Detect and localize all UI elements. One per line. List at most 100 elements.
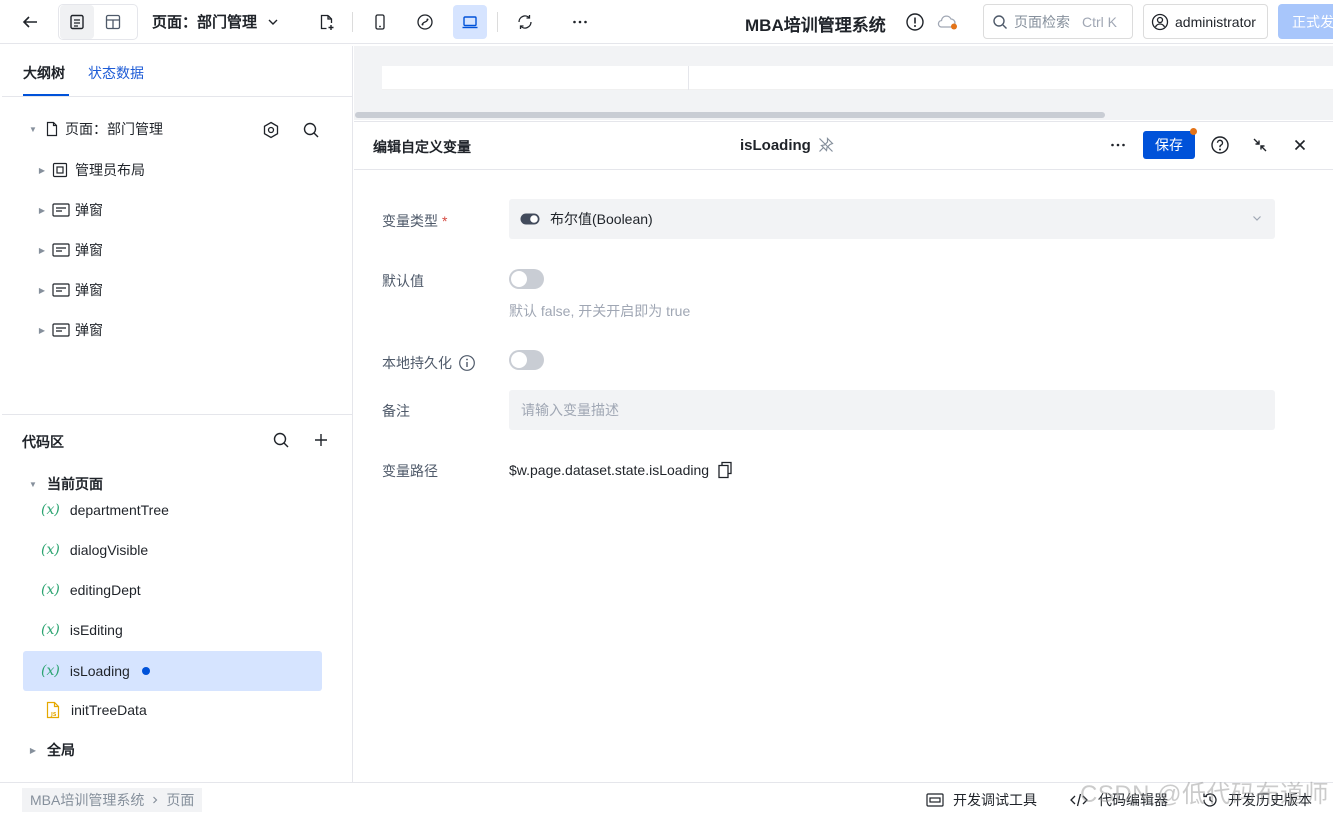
variable-name: isLoading: [69, 663, 130, 679]
tree-node-dialog[interactable]: ▶ 弹窗: [37, 315, 103, 345]
info-alert-icon[interactable]: [898, 5, 932, 39]
required-mark: *: [442, 213, 448, 229]
canvas-table-row: [382, 66, 1333, 90]
user-menu[interactable]: administrator: [1143, 4, 1268, 39]
dev-tools-button[interactable]: 开发调试工具: [926, 790, 1037, 810]
close-icon[interactable]: [1289, 134, 1311, 156]
copy-icon[interactable]: [717, 461, 733, 479]
variable-icon: (𝑥): [41, 502, 60, 518]
chevron-down-icon: [1251, 212, 1263, 224]
search-placeholder: 页面检索: [1014, 13, 1070, 30]
page-selector-label: 页面：部门管理: [152, 14, 258, 31]
tab-state-data[interactable]: 状态数据: [88, 63, 144, 83]
page-settings-icon[interactable]: [262, 121, 280, 139]
breadcrumb-app[interactable]: MBA培训管理系统: [30, 790, 144, 810]
variable-item[interactable]: (𝑥) isEditing: [23, 611, 322, 649]
global-group[interactable]: ▶ 全局: [28, 735, 75, 765]
back-arrow-icon[interactable]: [13, 5, 47, 39]
page-search-input[interactable]: 页面检索 Ctrl K: [983, 4, 1133, 39]
dev-tools-label: 开发调试工具: [953, 792, 1037, 808]
mobile-device-icon[interactable]: [363, 5, 397, 39]
toolbar-divider: [352, 12, 353, 32]
tree-search-icon[interactable]: [302, 121, 320, 139]
dialog-icon: [52, 322, 70, 338]
layout-view-icon[interactable]: [96, 5, 130, 39]
more-options-icon[interactable]: [563, 5, 597, 39]
tree-node-admin-layout[interactable]: ▶ 管理员布局: [37, 155, 145, 185]
tree-node-dialog[interactable]: ▶ 弹窗: [37, 235, 103, 265]
tree-node-label: 弹窗: [75, 242, 103, 258]
dialog-icon: [52, 202, 70, 218]
caret-down-icon: ▼: [29, 479, 37, 489]
editor-title: 编辑自定义变量: [373, 139, 471, 155]
variable-item[interactable]: (𝑥) editingDept: [23, 571, 322, 609]
variable-type-label: 变量类型 *: [382, 213, 448, 229]
tab-outline-tree[interactable]: 大纲树: [23, 63, 65, 83]
breadcrumb-page[interactable]: 页面: [166, 790, 194, 810]
left-panel: 大纲树 状态数据 ▼ 页面：部门管理 ▶ 管理员布局 ▶ 弹窗 ▶ 弹窗 ▶ 弹…: [2, 46, 353, 782]
variable-path: $w.page.dataset.state.isLoading: [509, 461, 733, 479]
unsaved-indicator: [1190, 128, 1197, 135]
variable-icon: (𝑥): [41, 542, 60, 558]
add-code-icon[interactable]: [312, 431, 330, 449]
username: administrator: [1175, 13, 1256, 30]
help-icon[interactable]: [1209, 134, 1231, 156]
more-options-icon[interactable]: [1107, 134, 1129, 156]
caret-right-icon: ▶: [38, 205, 46, 215]
code-search-icon[interactable]: [272, 431, 290, 449]
script-item[interactable]: JS initTreeData: [23, 691, 322, 729]
variable-icon: (𝑥): [41, 622, 60, 638]
variable-icon: (𝑥): [41, 582, 60, 598]
mini-program-icon[interactable]: [408, 5, 442, 39]
caret-right-icon: ▶: [38, 285, 46, 295]
tree-root-node[interactable]: ▼ 页面：部门管理: [28, 114, 163, 144]
chevron-right-icon: [150, 795, 160, 805]
horizontal-scrollbar[interactable]: [355, 112, 1105, 118]
collapse-icon[interactable]: [1249, 134, 1271, 156]
code-area-header: 代码区: [2, 414, 353, 464]
desktop-device-icon[interactable]: [453, 5, 487, 39]
remark-input[interactable]: [509, 390, 1275, 430]
toolbar-divider: [497, 12, 498, 32]
default-value-label: 默认值: [382, 273, 424, 289]
dialog-icon: [52, 282, 70, 298]
app-title: MBA培训管理系统: [745, 16, 886, 35]
pin-off-icon[interactable]: [817, 136, 835, 154]
variable-name: departmentTree: [69, 502, 169, 518]
editing-variable-name: isLoading: [740, 136, 835, 154]
variable-item[interactable]: (𝑥) departmentTree: [23, 491, 322, 529]
caret-right-icon: ▶: [38, 165, 46, 175]
save-button[interactable]: 保存: [1143, 131, 1195, 159]
persist-toggle[interactable]: [509, 350, 544, 370]
svg-text:JS: JS: [50, 712, 57, 718]
variable-name-label: isLoading: [740, 136, 811, 154]
toggle-type-icon: [520, 213, 540, 225]
default-value-toggle[interactable]: [509, 269, 544, 289]
page-selector[interactable]: 页面：部门管理: [152, 11, 279, 32]
outline-view-icon[interactable]: [60, 5, 94, 39]
top-toolbar: 页面：部门管理 MBA培训管理系统 页面检索 Ctrl K administra…: [0, 0, 1333, 44]
persist-label: 本地持久化: [382, 353, 476, 373]
js-file-icon: JS: [45, 701, 61, 719]
variable-type-value: 布尔值(Boolean): [550, 211, 653, 227]
cloud-sync-icon[interactable]: [930, 5, 964, 39]
unsaved-dot: [141, 667, 150, 675]
variable-type-select[interactable]: 布尔值(Boolean): [509, 199, 1275, 239]
watermark: CSDN @低代码布道师: [1080, 781, 1330, 808]
variable-name: dialogVisible: [69, 542, 149, 558]
release-button[interactable]: 正式发: [1278, 4, 1333, 39]
info-icon[interactable]: [458, 354, 476, 372]
tree-node-dialog[interactable]: ▶ 弹窗: [37, 195, 103, 225]
tree-root-label: 页面：部门管理: [65, 121, 163, 137]
variable-item[interactable]: (𝑥) dialogVisible: [23, 531, 322, 569]
debug-console-icon: [926, 792, 944, 808]
active-tab-indicator: [23, 94, 69, 96]
page-file-icon: [44, 121, 60, 137]
tree-node-dialog[interactable]: ▶ 弹窗: [37, 275, 103, 305]
canvas-preview[interactable]: [354, 46, 1333, 120]
caret-down-icon: ▼: [29, 124, 37, 134]
add-page-icon[interactable]: [309, 5, 343, 39]
variable-item-selected[interactable]: (𝑥) isLoading: [23, 651, 322, 691]
refresh-icon[interactable]: [508, 5, 542, 39]
caret-right-icon: ▶: [29, 745, 37, 755]
